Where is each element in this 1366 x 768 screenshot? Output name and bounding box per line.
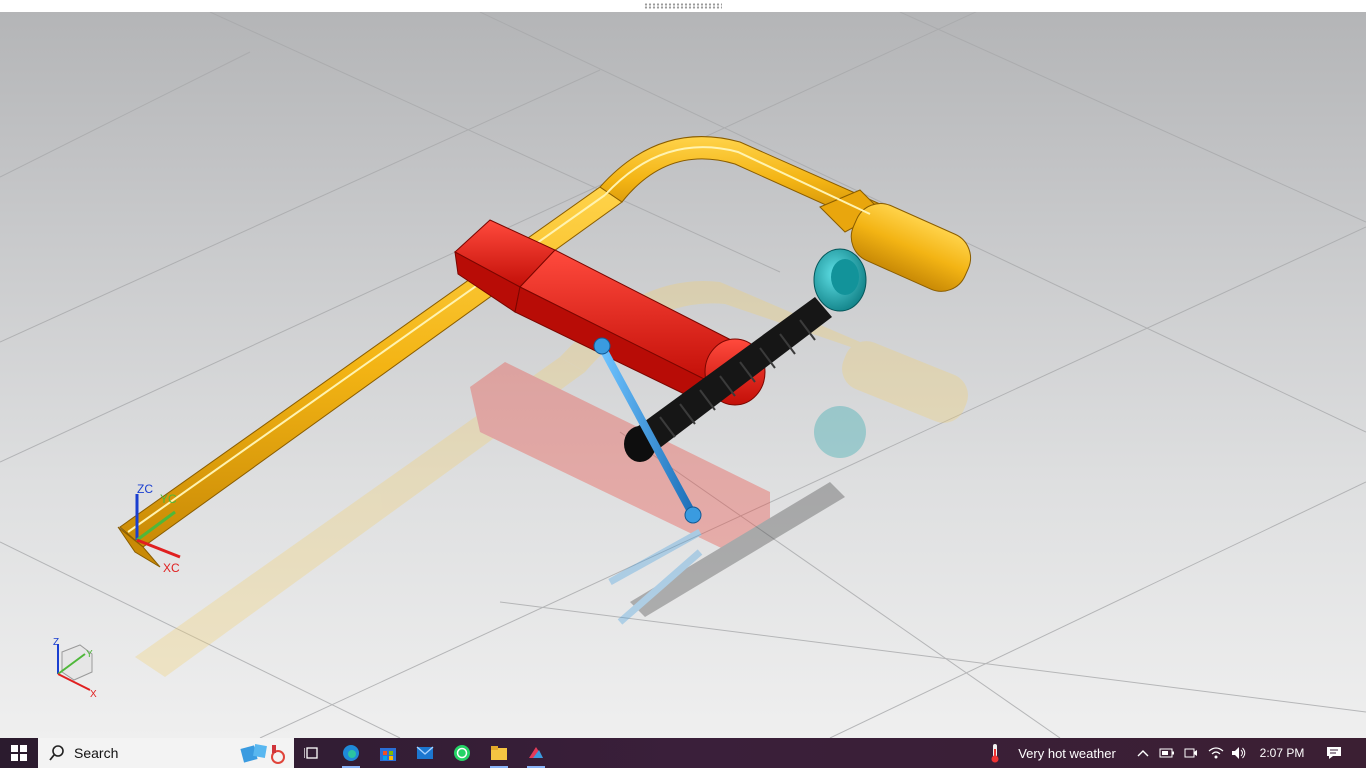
wifi-icon xyxy=(1208,747,1224,759)
notifications-button[interactable] xyxy=(1322,738,1346,768)
store-button[interactable] xyxy=(375,738,401,768)
search-label: Search xyxy=(74,745,119,761)
whatsapp-button[interactable] xyxy=(449,738,475,768)
mail-button[interactable] xyxy=(412,738,438,768)
model-canvas[interactable]: ZC YC XC Z Y X xyxy=(0,12,1366,738)
mail-icon xyxy=(416,746,434,759)
drag-handle[interactable] xyxy=(644,3,722,9)
floor-reflection xyxy=(135,280,968,677)
network-button[interactable] xyxy=(1206,738,1226,768)
search-box[interactable]: Search xyxy=(38,738,294,768)
view-z-label: Z xyxy=(53,637,59,648)
edge-icon xyxy=(343,745,359,761)
clock-button[interactable]: 2:07 PM xyxy=(1254,738,1310,768)
search-icon xyxy=(49,745,64,761)
view-triad-cube[interactable]: Z Y X xyxy=(53,637,97,700)
weather-button[interactable] xyxy=(986,738,1004,768)
speaker-icon xyxy=(1232,747,1246,759)
notification-icon xyxy=(1327,747,1341,759)
folder-icon xyxy=(491,746,507,760)
nx-button[interactable] xyxy=(523,738,549,768)
store-icon xyxy=(380,748,396,761)
thermometer-icon xyxy=(991,744,999,763)
start-button[interactable] xyxy=(0,738,38,768)
clock-time: 2:07 PM xyxy=(1259,746,1305,760)
chevron-up-icon xyxy=(1137,750,1149,757)
volume-button[interactable] xyxy=(1229,738,1249,768)
whatsapp-icon xyxy=(454,745,470,761)
camera-icon xyxy=(1184,748,1197,758)
taskbar: Search Very hot weather 2:07 PM xyxy=(0,738,1366,768)
view-x-label: X xyxy=(90,689,97,700)
task-view-button[interactable] xyxy=(300,738,324,768)
tray-overflow-button[interactable] xyxy=(1134,738,1152,768)
search-highlight-icon xyxy=(240,744,285,764)
weather-label: Very hot weather xyxy=(1018,745,1116,761)
yc-label: YC xyxy=(160,492,177,506)
windows-icon xyxy=(11,745,27,761)
graphics-viewport[interactable]: ZC YC XC Z Y X xyxy=(0,12,1366,738)
weather-text-button[interactable]: Very hot weather xyxy=(1008,738,1126,768)
xc-label: XC xyxy=(163,561,180,575)
zc-label: ZC xyxy=(137,482,153,496)
battery-button[interactable] xyxy=(1158,738,1176,768)
battery-icon xyxy=(1159,748,1174,758)
view-y-label: Y xyxy=(86,649,93,660)
nx-icon xyxy=(529,747,543,758)
edge-button[interactable] xyxy=(338,738,364,768)
task-view-icon xyxy=(304,747,318,759)
pressure-pad xyxy=(813,248,867,312)
file-explorer-button[interactable] xyxy=(486,738,512,768)
meet-button[interactable] xyxy=(1182,738,1200,768)
